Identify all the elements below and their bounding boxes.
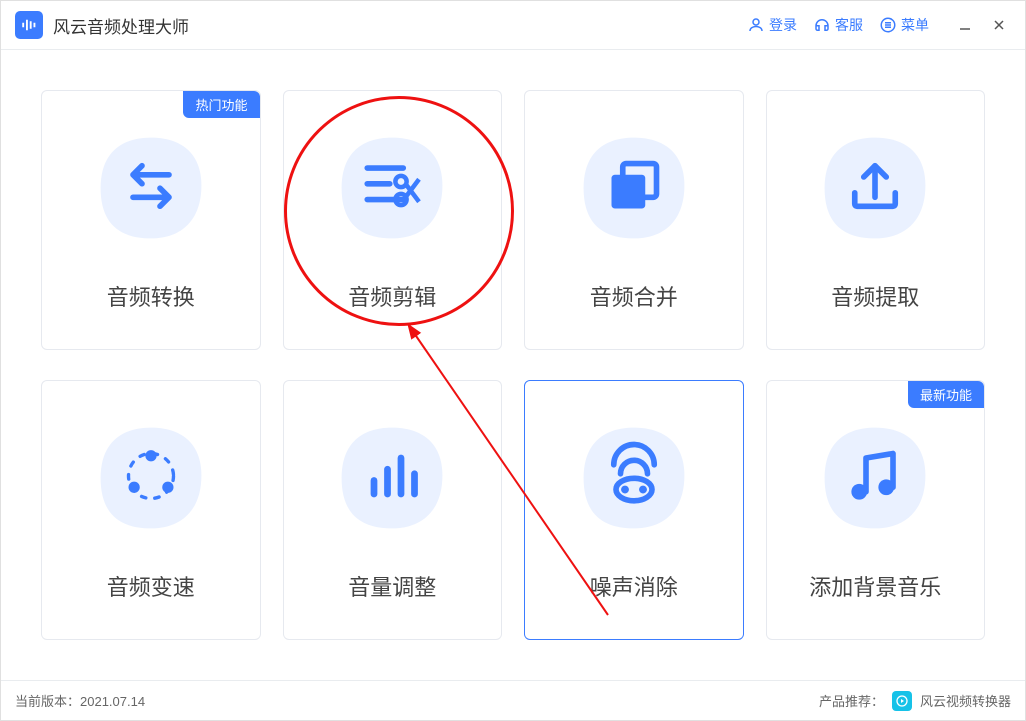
header-right: 登录 客服 菜单 bbox=[747, 13, 1011, 37]
row-1: 热门功能 音频转换 bbox=[41, 90, 985, 350]
row-2: 音频变速 音量调整 bbox=[41, 380, 985, 640]
menu-label: 菜单 bbox=[901, 15, 929, 35]
music-icon bbox=[839, 440, 911, 517]
close-button[interactable] bbox=[987, 13, 1011, 37]
menu-icon bbox=[879, 16, 897, 34]
app-logo bbox=[15, 11, 43, 39]
volume-icon bbox=[356, 440, 428, 517]
card-label: 音频提取 bbox=[831, 280, 919, 312]
support-button[interactable]: 客服 bbox=[813, 15, 863, 35]
noise-icon bbox=[598, 440, 670, 517]
headset-icon bbox=[813, 16, 831, 34]
minimize-icon bbox=[958, 18, 972, 32]
icon-bg bbox=[815, 418, 935, 538]
support-label: 客服 bbox=[835, 15, 863, 35]
app-title: 风云音频处理大师 bbox=[53, 13, 189, 38]
header-left: 风云音频处理大师 bbox=[15, 11, 189, 39]
footer-right: 产品推荐： 风云视频转换器 bbox=[819, 691, 1011, 711]
icon-bg bbox=[332, 418, 452, 538]
card-label: 噪声消除 bbox=[590, 570, 678, 602]
card-label: 音频合并 bbox=[590, 280, 678, 312]
login-label: 登录 bbox=[769, 15, 797, 35]
card-volume-adjust[interactable]: 音量调整 bbox=[283, 380, 503, 640]
card-add-bgm[interactable]: 最新功能 添加背景音乐 bbox=[766, 380, 986, 640]
card-audio-convert[interactable]: 热门功能 音频转换 bbox=[41, 90, 261, 350]
icon-bg bbox=[574, 128, 694, 248]
merge-icon bbox=[598, 150, 670, 227]
login-button[interactable]: 登录 bbox=[747, 15, 797, 35]
speed-icon bbox=[115, 440, 187, 517]
video-converter-icon bbox=[896, 695, 908, 707]
badge-new: 最新功能 bbox=[908, 381, 984, 408]
footer: 当前版本：2021.07.14 产品推荐： 风云视频转换器 bbox=[1, 680, 1025, 720]
menu-button[interactable]: 菜单 bbox=[879, 15, 929, 35]
minimize-button[interactable] bbox=[953, 13, 977, 37]
convert-icon bbox=[115, 150, 187, 227]
card-audio-cut[interactable]: 音频剪辑 bbox=[283, 90, 503, 350]
card-audio-extract[interactable]: 音频提取 bbox=[766, 90, 986, 350]
icon-bg bbox=[574, 418, 694, 538]
version-value: 2021.07.14 bbox=[80, 694, 145, 709]
user-icon bbox=[747, 16, 765, 34]
card-audio-merge[interactable]: 音频合并 bbox=[524, 90, 744, 350]
card-label: 添加背景音乐 bbox=[809, 570, 941, 602]
icon-bg bbox=[91, 418, 211, 538]
card-label: 音频变速 bbox=[107, 570, 195, 602]
header: 风云音频处理大师 登录 客服 菜单 bbox=[1, 1, 1025, 50]
icon-bg bbox=[332, 128, 452, 248]
extract-icon bbox=[839, 150, 911, 227]
icon-bg bbox=[815, 128, 935, 248]
content: 热门功能 音频转换 bbox=[1, 50, 1025, 680]
version-info: 当前版本：2021.07.14 bbox=[15, 691, 145, 710]
recommend-product-icon bbox=[892, 691, 912, 711]
card-label: 音量调整 bbox=[348, 570, 436, 602]
recommend-label: 产品推荐： bbox=[819, 691, 884, 710]
logo-icon bbox=[20, 16, 38, 34]
recommend-product[interactable]: 风云视频转换器 bbox=[920, 691, 1011, 710]
card-audio-speed[interactable]: 音频变速 bbox=[41, 380, 261, 640]
cut-icon bbox=[356, 150, 428, 227]
version-label: 当前版本： bbox=[15, 694, 80, 709]
close-icon bbox=[992, 18, 1006, 32]
card-label: 音频转换 bbox=[107, 280, 195, 312]
window-controls bbox=[953, 13, 1011, 37]
badge-hot: 热门功能 bbox=[183, 91, 259, 118]
card-noise-remove[interactable]: 噪声消除 bbox=[524, 380, 744, 640]
icon-bg bbox=[91, 128, 211, 248]
card-label: 音频剪辑 bbox=[348, 280, 436, 312]
